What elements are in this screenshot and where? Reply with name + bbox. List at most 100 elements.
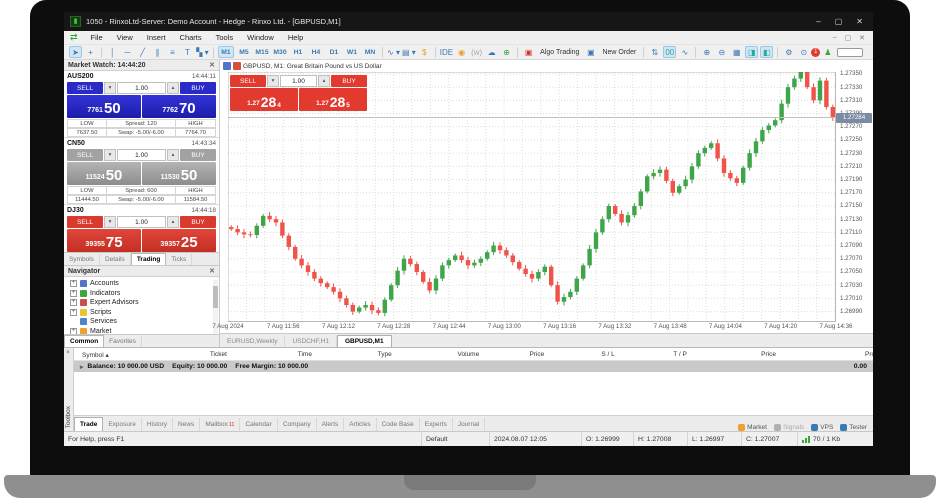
maximize-button[interactable]: ▢ — [835, 17, 843, 26]
market-watch-tab-details[interactable]: Details — [100, 254, 131, 265]
bid-price[interactable]: 1152450 — [67, 162, 141, 185]
mdi-minimize-button[interactable]: – — [833, 34, 837, 42]
mdi-restore-button[interactable]: ▢ — [845, 34, 852, 42]
column-price[interactable]: Price — [761, 351, 776, 358]
vertical-line-tool-icon[interactable]: │ — [106, 46, 119, 58]
buy-button[interactable]: BUY — [180, 149, 216, 161]
settings-gear-icon[interactable]: ⚙ — [782, 46, 795, 58]
cursor-tool-icon[interactable]: ➤ — [69, 46, 82, 58]
navigator-tab-favorites[interactable]: Favorites — [104, 336, 142, 347]
market-lock-icon[interactable]: ◉ — [455, 46, 468, 58]
column-tp[interactable]: T / P — [673, 351, 687, 358]
market-watch-close-icon[interactable]: ✕ — [209, 61, 215, 69]
volume-down-button[interactable]: ▾ — [104, 82, 116, 94]
menu-view[interactable]: View — [110, 33, 140, 42]
toolbox-tab-calendar[interactable]: Calendar — [240, 418, 277, 431]
ask-price[interactable]: 1153050 — [142, 162, 216, 185]
navigator-tab-common[interactable]: Common — [64, 335, 104, 347]
text-tool-icon[interactable]: T — [181, 46, 194, 58]
menu-window[interactable]: Window — [240, 33, 281, 42]
timeframe-mn[interactable]: MN — [362, 46, 378, 58]
shapes-tool-icon[interactable]: ▚ ▾ — [196, 46, 209, 58]
navigator-item-accounts[interactable]: +Accounts — [70, 279, 219, 289]
sell-button[interactable]: SELL — [67, 82, 103, 94]
trendline-tool-icon[interactable]: ╱ — [136, 46, 149, 58]
volume-up-button[interactable]: ▴ — [167, 216, 179, 228]
toolbox-tab-code-base[interactable]: Code Base — [377, 418, 420, 431]
algo-trading-button[interactable]: Algo Trading — [537, 46, 582, 58]
navigator-scrollbar[interactable] — [213, 280, 218, 340]
column-volume[interactable]: Volume — [458, 351, 480, 358]
market-watch-tab-trading[interactable]: Trading — [131, 253, 166, 265]
vps-item[interactable]: VPS — [811, 424, 833, 431]
toolbox-tab-journal[interactable]: Journal — [453, 418, 485, 431]
timeframe-w1[interactable]: W1 — [344, 46, 360, 58]
zoom-out-icon[interactable]: ⊖ — [715, 46, 728, 58]
timeframe-m15[interactable]: M15 — [254, 46, 270, 58]
volume-up-button[interactable]: ▴ — [167, 82, 179, 94]
market-item[interactable]: Market — [738, 424, 767, 431]
market-watch-tab-symbols[interactable]: Symbols — [64, 254, 100, 265]
chart-volume-input[interactable]: 1.00 — [280, 75, 317, 87]
chart-sell-button[interactable]: SELL — [230, 75, 266, 87]
menu-help[interactable]: Help — [281, 33, 310, 42]
search-icon[interactable]: ⊙ — [797, 46, 810, 58]
volume-input[interactable]: 1.00 — [117, 149, 166, 161]
volume-down-button[interactable]: ▾ — [104, 149, 116, 161]
column-profit[interactable]: Profit — [865, 351, 873, 358]
column-time[interactable]: Time — [298, 351, 312, 358]
new-order-button[interactable]: New Order — [599, 46, 639, 58]
buy-button[interactable]: BUY — [180, 82, 216, 94]
notifications-badge-icon[interactable]: 1 — [811, 48, 820, 57]
column-sl[interactable]: S / L — [601, 351, 614, 358]
chart-sell-price[interactable]: 1.27284 — [230, 88, 298, 111]
timeframe-m1[interactable]: M1 — [218, 46, 234, 58]
market-watch-tab-ticks[interactable]: Ticks — [166, 254, 192, 265]
mdi-close-button[interactable]: ✕ — [859, 34, 865, 42]
tick-chart-icon[interactable]: 00 — [663, 46, 676, 58]
line-chart-icon[interactable]: ∿ — [678, 46, 691, 58]
chart-buy-button[interactable]: BUY — [331, 75, 367, 87]
expand-plus-icon[interactable]: + — [70, 309, 77, 316]
navigator-item-services[interactable]: Services — [70, 317, 219, 327]
toolbox-tab-history[interactable]: History — [142, 418, 173, 431]
connection-status-icon[interactable]: ♟ — [821, 46, 834, 58]
signals-item[interactable]: Signals — [774, 424, 804, 431]
volume-down-button[interactable]: ▾ — [104, 216, 116, 228]
ask-price[interactable]: 3935725 — [142, 229, 216, 252]
horizontal-line-tool-icon[interactable]: ─ — [121, 46, 134, 58]
price-levels-icon[interactable]: ⇅ — [648, 46, 661, 58]
zoom-in-icon[interactable]: ⊕ — [700, 46, 713, 58]
menu-file[interactable]: File — [84, 33, 110, 42]
timeframe-h4[interactable]: H4 — [308, 46, 324, 58]
toolbox-close-icon[interactable]: × — [66, 349, 70, 356]
chart-tab-gbpusd-m1[interactable]: GBPUSD,M1 — [337, 335, 392, 347]
navigator-item-expert-advisors[interactable]: +Expert Advisors — [70, 298, 219, 308]
timeframe-d1[interactable]: D1 — [326, 46, 342, 58]
toolbox-tab-exposure[interactable]: Exposure — [103, 418, 141, 431]
crosshair-tool-icon[interactable]: + — [84, 46, 97, 58]
minimize-button[interactable]: – — [816, 17, 820, 26]
bid-price[interactable]: 776150 — [67, 95, 141, 118]
ask-price[interactable]: 776270 — [142, 95, 216, 118]
algo-trading-stop-icon[interactable]: ▣ — [522, 46, 535, 58]
close-button[interactable]: ✕ — [856, 17, 863, 26]
chart-tab-eurusd-weekly[interactable]: EURUSD,Weekly — [220, 336, 285, 347]
navigator-item-indicators[interactable]: +Indicators — [70, 289, 219, 299]
toolbox-tab-news[interactable]: News — [173, 418, 200, 431]
navigator-close-icon[interactable]: ✕ — [209, 267, 215, 275]
navigator-item-scripts[interactable]: +Scripts — [70, 308, 219, 318]
arrange-left-icon[interactable]: ◨ — [745, 46, 758, 58]
expand-plus-icon[interactable]: + — [70, 299, 77, 306]
toolbox-tab-mailbox[interactable]: Mailbox11 — [200, 418, 240, 431]
volume-input[interactable]: 1.00 — [117, 82, 166, 94]
expand-plus-icon[interactable]: + — [70, 280, 77, 287]
chart-buy-price[interactable]: 1.27285 — [299, 88, 367, 111]
toolbox-tab-alerts[interactable]: Alerts — [317, 418, 345, 431]
chart-volume-up-button[interactable]: ▴ — [318, 75, 330, 87]
chart-tab-usdchf-h1[interactable]: USDCHF,H1 — [285, 336, 336, 347]
column-ticket[interactable]: Ticket — [210, 351, 227, 358]
column-symbol[interactable]: Symbol ▴ — [82, 351, 109, 359]
new-order-icon[interactable]: ▣ — [584, 46, 597, 58]
expand-plus-icon[interactable]: + — [70, 290, 77, 297]
